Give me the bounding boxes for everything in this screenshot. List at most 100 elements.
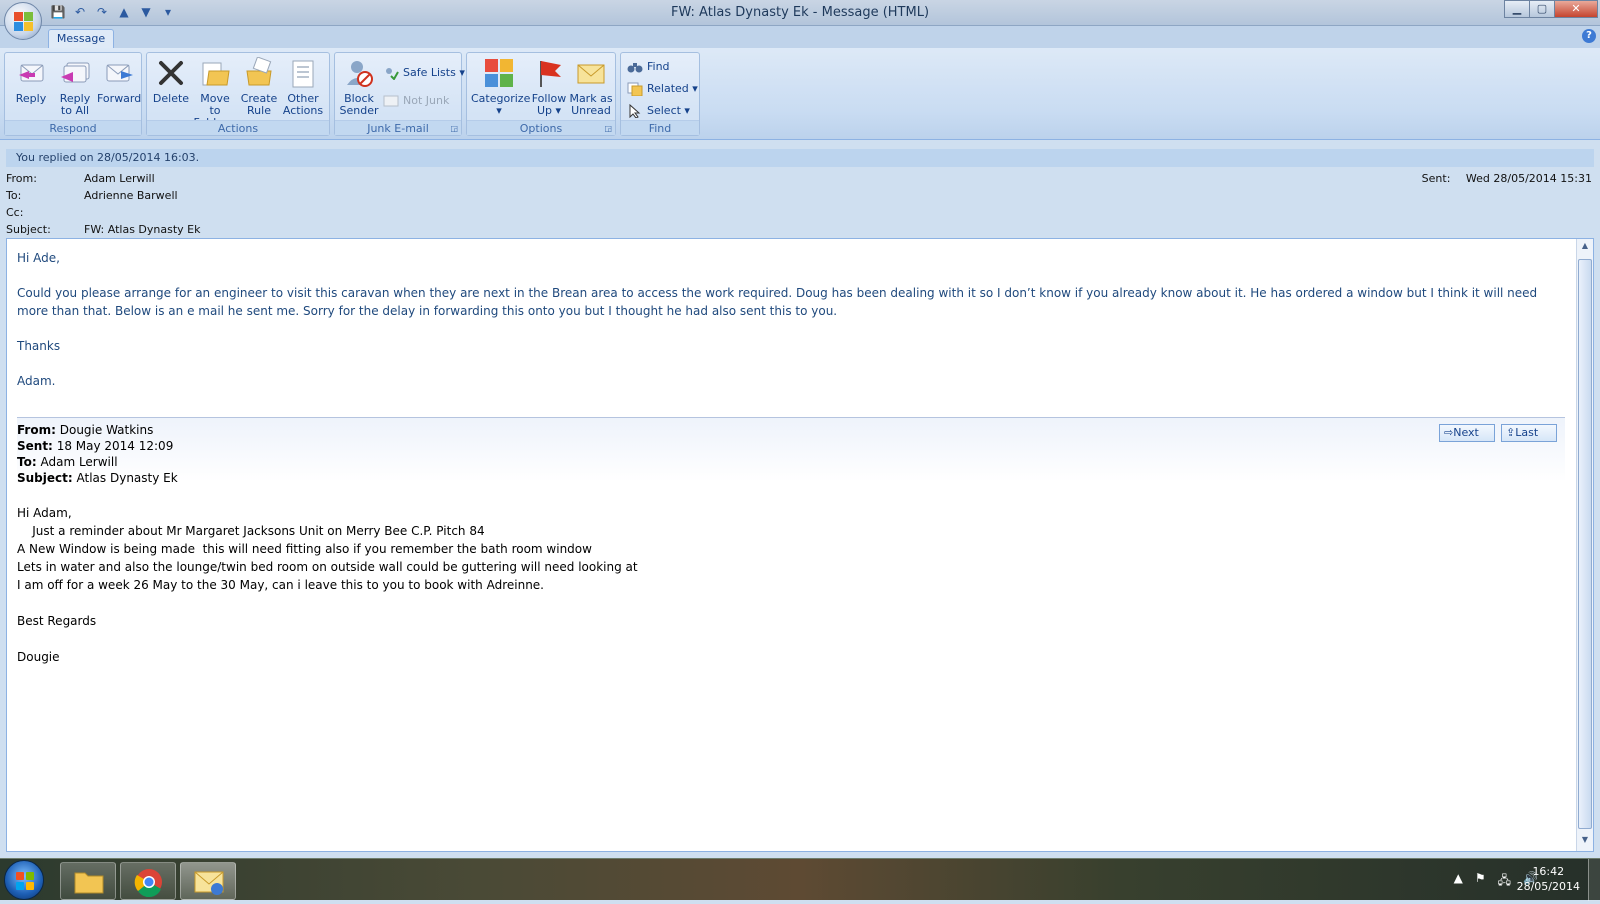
safe-lists-label: Safe Lists ▾ [403, 66, 465, 79]
fwd-line: Dougie [17, 650, 60, 664]
fwd-sent-label: Sent: [17, 439, 53, 453]
fwd-line: Best Regards [17, 614, 97, 628]
to-value[interactable]: Adrienne Barwell [84, 189, 178, 202]
signoff-line: Adam. [17, 374, 56, 388]
thanks-line: Thanks [17, 339, 61, 353]
reply-all-button[interactable]: Reply to All [53, 55, 97, 119]
body-paragraph: Could you please arrange for an engineer… [17, 286, 1538, 318]
last-button[interactable]: ⇪Last [1501, 424, 1557, 442]
other-actions-button[interactable]: Other Actions ▾ [281, 55, 325, 129]
clock-date: 28/05/2014 [1516, 880, 1580, 893]
mark-as-unread-button[interactable]: Mark as Unread [569, 55, 613, 119]
taskbar: ▲ ⚑ 🖧 🔊 16:42 28/05/2014 [0, 858, 1600, 901]
block-label-2: Sender [339, 104, 379, 117]
fwd-line: I am off for a week 26 May to the 30 May… [17, 578, 544, 592]
junk-dialog-launcher-icon[interactable]: ◲ [450, 124, 458, 133]
ribbon-tab-bar: Message ? [0, 26, 1600, 49]
select-button[interactable]: Select ▾ [627, 101, 690, 121]
scroll-down-icon[interactable]: ▼ [1578, 835, 1592, 849]
greeting: Hi Ade, [17, 251, 60, 265]
fwd-subject-row: Subject: Atlas Dynasty Ek [17, 470, 1565, 486]
outlook-icon [194, 871, 224, 895]
clock-time: 16:42 [1532, 865, 1565, 878]
reply-all-icon [59, 57, 91, 89]
select-label: Select ▾ [647, 104, 690, 117]
block-sender-button[interactable]: Block Sender [337, 55, 381, 119]
rule-label-2: Rule [247, 104, 271, 117]
create-rule-button[interactable]: Create Rule [237, 55, 281, 119]
title-bar: 💾 ↶ ↷ ▲ ▼ ▾ FW: Atlas Dynasty Ek - Messa… [0, 0, 1600, 26]
delete-button[interactable]: Delete [149, 55, 193, 119]
related-label: Related ▾ [647, 82, 698, 95]
from-value[interactable]: Adam Lerwill [84, 172, 155, 185]
show-desktop-button[interactable] [1588, 859, 1600, 901]
taskbar-chrome[interactable] [120, 862, 176, 900]
cursor-icon [627, 103, 643, 119]
fwd-line: Hi Adam, [17, 506, 72, 520]
start-button[interactable] [4, 860, 44, 900]
reply-button[interactable]: Reply [9, 55, 53, 119]
forward-label: Forward [97, 92, 142, 105]
fwd-line: Lets in water and also the lounge/twin b… [17, 560, 638, 574]
safe-lists-icon [383, 66, 399, 81]
mark-unread-icon [575, 57, 607, 89]
find-button[interactable]: Find [627, 57, 670, 77]
group-respond: Reply Reply to All Forward Respond [4, 52, 142, 136]
not-junk-button[interactable]: Not Junk [383, 91, 449, 111]
categorize-button[interactable]: Categorize ▾ [471, 55, 530, 119]
office-button[interactable] [4, 2, 42, 40]
maximize-button[interactable]: ▢ [1529, 0, 1555, 18]
group-label-actions: Actions [147, 120, 329, 135]
windows-start-icon [16, 872, 34, 890]
header-sent: Sent: Wed 28/05/2014 15:31 [1410, 172, 1592, 185]
move-label-1: Move to [200, 92, 230, 117]
fwd-sent-value: 18 May 2014 12:09 [56, 439, 174, 453]
next-button[interactable]: ⇨Next [1439, 424, 1495, 442]
block-sender-icon [343, 57, 375, 89]
show-hidden-icons-icon[interactable]: ▲ [1454, 871, 1463, 892]
help-icon[interactable]: ? [1582, 29, 1596, 43]
taskbar-explorer[interactable] [60, 862, 116, 900]
forward-button[interactable]: Forward [97, 55, 141, 119]
follow-label-2: Up ▾ [536, 104, 562, 117]
fwd-from-value: Dougie Watkins [59, 423, 154, 437]
thread-nav: ⇨Next ⇪Last [1439, 424, 1557, 442]
network-icon[interactable]: 🖧 [1498, 871, 1511, 892]
group-label-find: Find [621, 120, 699, 135]
categorize-icon [483, 57, 515, 89]
related-button[interactable]: Related ▾ [627, 79, 698, 99]
group-label-respond: Respond [5, 120, 141, 135]
window-controls: ▁ ▢ ✕ [1504, 0, 1598, 18]
group-actions: Delete Move to Folder ▾ Create Rule Othe… [146, 52, 330, 136]
move-to-folder-button[interactable]: Move to Folder ▾ [193, 55, 237, 129]
taskbar-outlook[interactable] [180, 862, 236, 900]
chrome-icon [134, 869, 162, 898]
forwarded-body: Hi Adam, Just a reminder about Mr Margar… [17, 504, 1565, 666]
group-options: Categorize ▾ Follow Up ▾ Mark as Unread … [466, 52, 616, 136]
forwarded-message: ⇨Next ⇪Last From: Dougie Watkins Sent: 1… [17, 417, 1565, 666]
fwd-from-row: From: Dougie Watkins [17, 422, 1565, 438]
safe-lists-button[interactable]: Safe Lists ▾ [383, 63, 465, 83]
tab-message[interactable]: Message [48, 29, 114, 49]
next-label: Next [1453, 426, 1479, 439]
move-to-folder-icon [199, 57, 231, 89]
delete-icon [155, 57, 187, 89]
minimize-button[interactable]: ▁ [1504, 0, 1530, 18]
next-arrow-icon: ⇨ [1444, 426, 1454, 439]
close-button[interactable]: ✕ [1554, 0, 1598, 18]
scroll-thumb[interactable] [1578, 259, 1592, 829]
action-center-flag-icon[interactable]: ⚑ [1475, 871, 1486, 892]
vertical-scrollbar[interactable]: ▲ ▼ [1576, 239, 1593, 851]
fwd-from-label: From: [17, 423, 56, 437]
last-arrow-icon: ⇪ [1506, 426, 1516, 439]
message-body[interactable]: Hi Ade, Could you please arrange for an … [6, 238, 1594, 852]
fwd-to-label: To: [17, 455, 37, 469]
follow-up-button[interactable]: Follow Up ▾ [527, 55, 571, 119]
clock[interactable]: 16:42 28/05/2014 [1517, 864, 1580, 894]
scroll-up-icon[interactable]: ▲ [1578, 241, 1592, 255]
to-label: To: [6, 189, 22, 202]
not-junk-label: Not Junk [403, 94, 450, 107]
options-dialog-launcher-icon[interactable]: ◲ [604, 124, 612, 133]
